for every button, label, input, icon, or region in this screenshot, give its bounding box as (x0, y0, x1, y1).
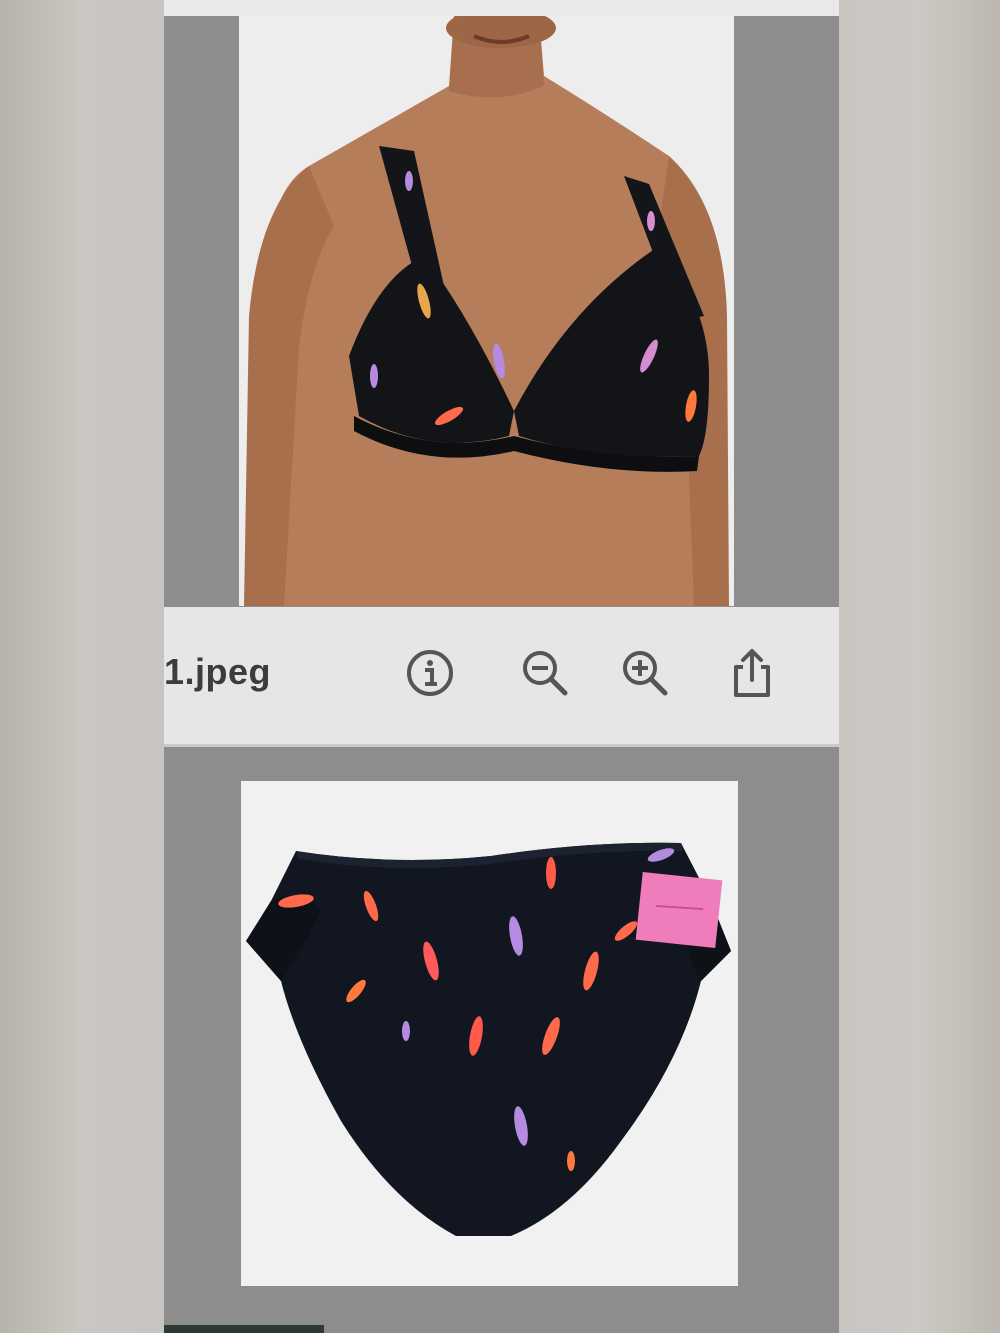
bikini-top-photo[interactable] (239, 16, 734, 606)
info-icon[interactable] (402, 645, 458, 701)
zoom-out-icon[interactable] (517, 645, 573, 701)
zoom-in-icon[interactable] (617, 645, 673, 701)
image-viewer: 1.jpeg (164, 0, 839, 1333)
next-photo-peek (164, 1325, 324, 1333)
share-icon[interactable] (724, 645, 780, 701)
bikini-bottom-photo[interactable] (241, 781, 738, 1286)
filename-label: 1.jpeg (164, 651, 272, 692)
status-strip (164, 0, 839, 16)
